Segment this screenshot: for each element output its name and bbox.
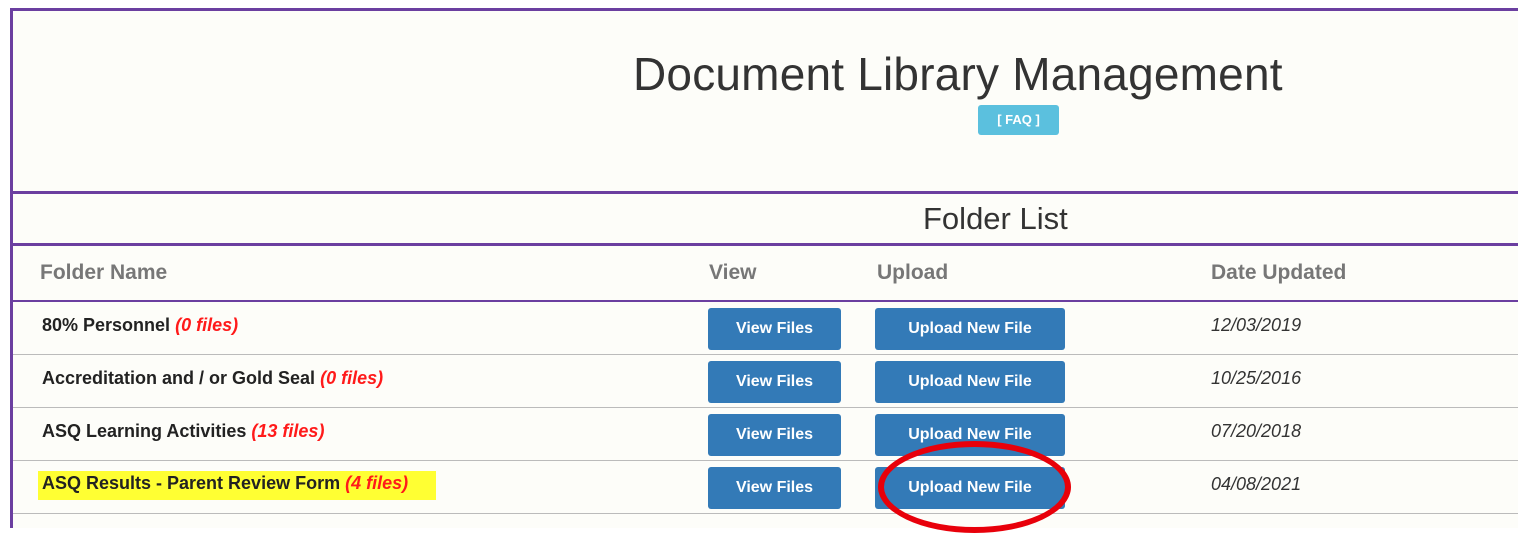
upload-new-file-button[interactable]: Upload New File (875, 361, 1065, 403)
view-files-button[interactable]: View Files (708, 361, 841, 403)
upload-new-file-button[interactable]: Upload New File (875, 308, 1065, 350)
date-updated: 10/25/2016 (1211, 368, 1302, 388)
folder-name-text: ASQ Learning Activities (42, 421, 247, 441)
column-header-view: View (709, 261, 757, 284)
folder-name: ASQ Learning Activities (13 files) (40, 421, 326, 442)
folder-name-text: ASQ Results - Parent Review Form (42, 473, 341, 493)
file-count: (0 files) (175, 315, 239, 335)
folder-list-header: Folder List (13, 194, 1518, 246)
faq-button[interactable]: [ FAQ ] (978, 105, 1059, 135)
date-updated: 07/20/2018 (1211, 421, 1302, 441)
file-count: (0 files) (320, 368, 384, 388)
view-files-button[interactable]: View Files (708, 467, 841, 509)
folder-list-title: Folder List (923, 201, 1068, 236)
column-header-folder-name: Folder Name (40, 261, 168, 284)
table-row: ASQ Results - Parent Review Form (4 file… (13, 461, 1518, 514)
folder-name: Accreditation and / or Gold Seal (0 file… (40, 368, 385, 389)
view-files-button[interactable]: View Files (708, 308, 841, 350)
view-files-button[interactable]: View Files (708, 414, 841, 456)
file-count: (4 files) (345, 473, 409, 493)
file-count: (13 files) (251, 421, 325, 441)
column-header-date-updated: Date Updated (1211, 261, 1347, 284)
page-header: Document Library Management [ FAQ ] (13, 11, 1518, 194)
document-library-panel: Document Library Management [ FAQ ] Fold… (10, 8, 1518, 528)
folder-name-text: Accreditation and / or Gold Seal (42, 368, 316, 388)
upload-new-file-button[interactable]: Upload New File (875, 414, 1065, 456)
page-title: Document Library Management (633, 48, 1283, 100)
date-updated: 12/03/2019 (1211, 315, 1302, 335)
table-header: Folder Name View Upload Date Updated (13, 246, 1518, 302)
table-row: 80% Personnel (0 files) View Files Uploa… (13, 302, 1518, 355)
date-updated: 04/08/2021 (1211, 474, 1302, 494)
folder-name-highlighted: ASQ Results - Parent Review Form (4 file… (38, 471, 437, 500)
folder-name-text: 80% Personnel (42, 315, 171, 335)
folder-name: 80% Personnel (0 files) (40, 315, 240, 336)
upload-new-file-button[interactable]: Upload New File (875, 467, 1065, 509)
column-header-upload: Upload (877, 261, 949, 284)
table-row: Accreditation and / or Gold Seal (0 file… (13, 355, 1518, 408)
table-row: ASQ Learning Activities (13 files) View … (13, 408, 1518, 461)
